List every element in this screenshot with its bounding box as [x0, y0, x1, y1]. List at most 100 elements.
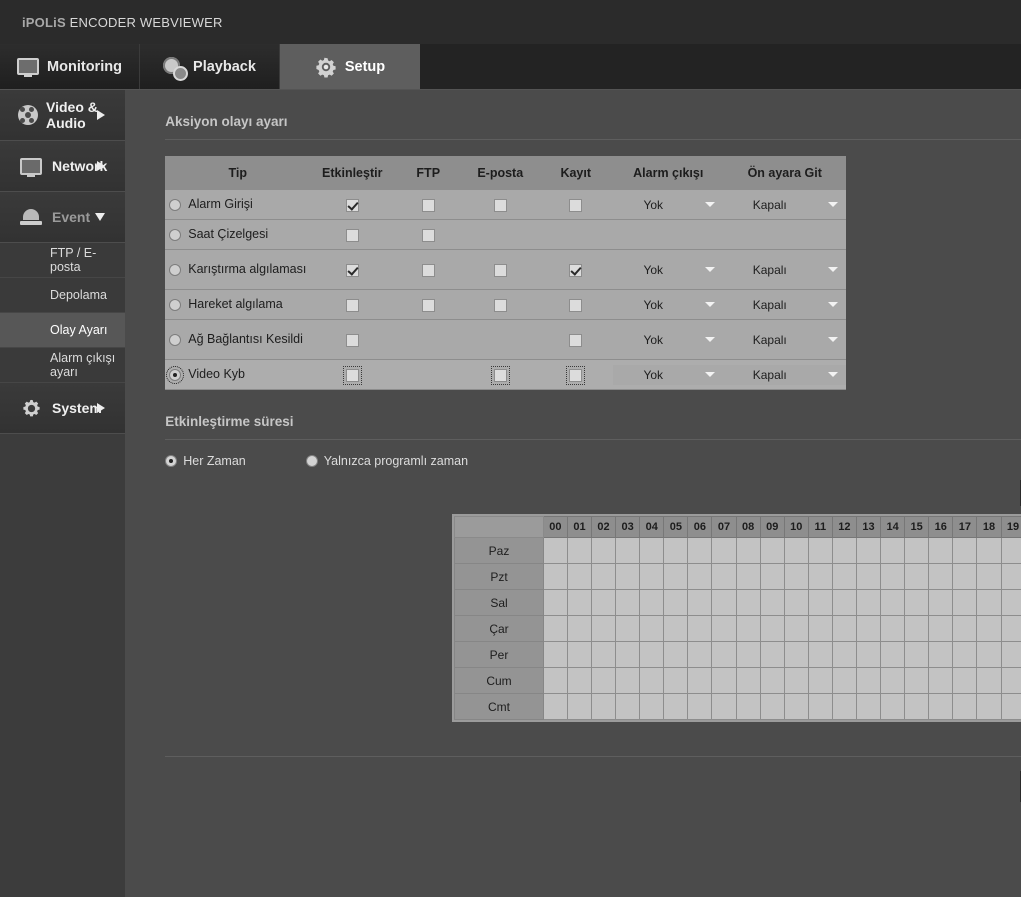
row-radio-2[interactable]: [169, 263, 182, 276]
schedule-cell-2-16[interactable]: [928, 589, 954, 616]
schedule-cell-1-14[interactable]: [880, 563, 906, 590]
schedule-cell-6-16[interactable]: [928, 693, 954, 720]
select-alarm-output-0[interactable]: Yok: [613, 194, 724, 215]
schedule-cell-5-9[interactable]: [759, 667, 785, 694]
schedule-cell-5-11[interactable]: [807, 667, 833, 694]
schedule-cell-2-11[interactable]: [807, 589, 833, 616]
checkbox-enable-4[interactable]: [345, 333, 359, 347]
tab-playback[interactable]: Playback: [140, 44, 280, 89]
schedule-cell-3-15[interactable]: [904, 615, 930, 642]
schedule-cell-6-6[interactable]: [687, 693, 713, 720]
schedule-cell-0-14[interactable]: [880, 537, 906, 564]
schedule-cell-1-15[interactable]: [904, 563, 930, 590]
schedule-cell-4-2[interactable]: [590, 641, 617, 668]
sidebar-item-ftp-email[interactable]: FTP / E-posta: [0, 243, 126, 278]
schedule-cell-4-16[interactable]: [928, 641, 954, 668]
select-alarm-output-3[interactable]: Yok: [613, 294, 724, 315]
schedule-cell-1-0[interactable]: [542, 563, 568, 590]
schedule-cell-2-18[interactable]: [976, 589, 1002, 616]
checkbox-record-2[interactable]: [569, 263, 583, 277]
schedule-cell-0-12[interactable]: [831, 537, 857, 564]
row-radio-4[interactable]: [169, 333, 182, 346]
schedule-cell-5-13[interactable]: [855, 667, 882, 694]
schedule-cell-2-14[interactable]: [880, 589, 906, 616]
select-alarm-output-2[interactable]: Yok: [613, 259, 724, 280]
schedule-cell-5-14[interactable]: [880, 667, 906, 694]
schedule-cell-4-10[interactable]: [783, 641, 809, 668]
radio-always[interactable]: [165, 455, 178, 467]
schedule-cell-5-8[interactable]: [735, 667, 761, 694]
select-goto-preset-3[interactable]: Kapalı: [723, 294, 847, 315]
schedule-cell-0-11[interactable]: [807, 537, 833, 564]
tab-monitoring[interactable]: Monitoring: [0, 44, 140, 89]
schedule-cell-2-19[interactable]: [1000, 589, 1021, 616]
checkbox-enable-0[interactable]: [345, 198, 359, 212]
schedule-cell-4-4[interactable]: [639, 641, 665, 668]
schedule-cell-2-13[interactable]: [855, 589, 882, 616]
schedule-cell-1-12[interactable]: [831, 563, 857, 590]
schedule-cell-5-18[interactable]: [976, 667, 1002, 694]
schedule-cell-1-10[interactable]: [783, 563, 809, 590]
schedule-cell-6-8[interactable]: [735, 693, 761, 720]
schedule-cell-3-1[interactable]: [566, 615, 593, 642]
checkbox-enable-1[interactable]: [345, 228, 359, 242]
schedule-cell-6-9[interactable]: [759, 693, 785, 720]
schedule-cell-1-11[interactable]: [807, 563, 833, 590]
checkbox-ftp-2[interactable]: [421, 263, 435, 277]
schedule-cell-0-18[interactable]: [976, 537, 1002, 564]
schedule-cell-5-10[interactable]: [783, 667, 809, 694]
schedule-cell-3-9[interactable]: [759, 615, 785, 642]
schedule-cell-3-5[interactable]: [663, 615, 689, 642]
select-goto-preset-5[interactable]: Kapalı: [723, 364, 847, 385]
checkbox-record-5[interactable]: [566, 365, 586, 385]
schedule-cell-3-2[interactable]: [590, 615, 617, 642]
schedule-cell-0-13[interactable]: [855, 537, 882, 564]
schedule-cell-6-14[interactable]: [880, 693, 906, 720]
schedule-cell-1-19[interactable]: [1000, 563, 1021, 590]
radio-scheduled-only[interactable]: [305, 455, 318, 467]
schedule-cell-5-15[interactable]: [904, 667, 930, 694]
select-goto-preset-2[interactable]: Kapalı: [723, 259, 847, 280]
schedule-cell-5-1[interactable]: [566, 667, 593, 694]
schedule-cell-0-1[interactable]: [566, 537, 593, 564]
checkbox-record-0[interactable]: [569, 198, 583, 212]
schedule-cell-1-4[interactable]: [639, 563, 665, 590]
schedule-cell-4-3[interactable]: [615, 641, 641, 668]
checkbox-record-3[interactable]: [569, 298, 583, 312]
schedule-cell-6-19[interactable]: [1000, 693, 1021, 720]
schedule-cell-3-17[interactable]: [952, 615, 978, 642]
schedule-cell-5-3[interactable]: [615, 667, 641, 694]
schedule-cell-6-18[interactable]: [976, 693, 1002, 720]
schedule-cell-0-5[interactable]: [663, 537, 689, 564]
schedule-cell-1-3[interactable]: [615, 563, 641, 590]
schedule-cell-2-17[interactable]: [952, 589, 978, 616]
schedule-cell-3-8[interactable]: [735, 615, 761, 642]
schedule-cell-0-4[interactable]: [639, 537, 665, 564]
schedule-cell-4-9[interactable]: [759, 641, 785, 668]
checkbox-email-5[interactable]: [490, 365, 510, 385]
schedule-cell-5-0[interactable]: [542, 667, 568, 694]
sidebar-item-video-audio[interactable]: Video & Audio: [0, 90, 126, 141]
schedule-cell-6-15[interactable]: [904, 693, 930, 720]
schedule-cell-3-16[interactable]: [928, 615, 954, 642]
schedule-cell-4-8[interactable]: [735, 641, 761, 668]
schedule-cell-3-13[interactable]: [855, 615, 882, 642]
schedule-cell-2-6[interactable]: [687, 589, 713, 616]
schedule-cell-5-12[interactable]: [831, 667, 857, 694]
schedule-cell-5-6[interactable]: [687, 667, 713, 694]
schedule-cell-4-18[interactable]: [976, 641, 1002, 668]
schedule-cell-2-3[interactable]: [615, 589, 641, 616]
schedule-cell-6-0[interactable]: [542, 693, 568, 720]
schedule-cell-1-5[interactable]: [663, 563, 689, 590]
schedule-cell-1-16[interactable]: [928, 563, 954, 590]
schedule-cell-4-12[interactable]: [831, 641, 857, 668]
checkbox-enable-5[interactable]: [342, 365, 362, 385]
schedule-cell-4-7[interactable]: [711, 641, 737, 668]
row-radio-0[interactable]: [169, 198, 182, 211]
schedule-cell-2-15[interactable]: [904, 589, 930, 616]
schedule-cell-6-13[interactable]: [855, 693, 882, 720]
schedule-cell-0-9[interactable]: [759, 537, 785, 564]
schedule-cell-2-12[interactable]: [831, 589, 857, 616]
select-goto-preset-0[interactable]: Kapalı: [723, 194, 847, 215]
schedule-cell-1-6[interactable]: [687, 563, 713, 590]
